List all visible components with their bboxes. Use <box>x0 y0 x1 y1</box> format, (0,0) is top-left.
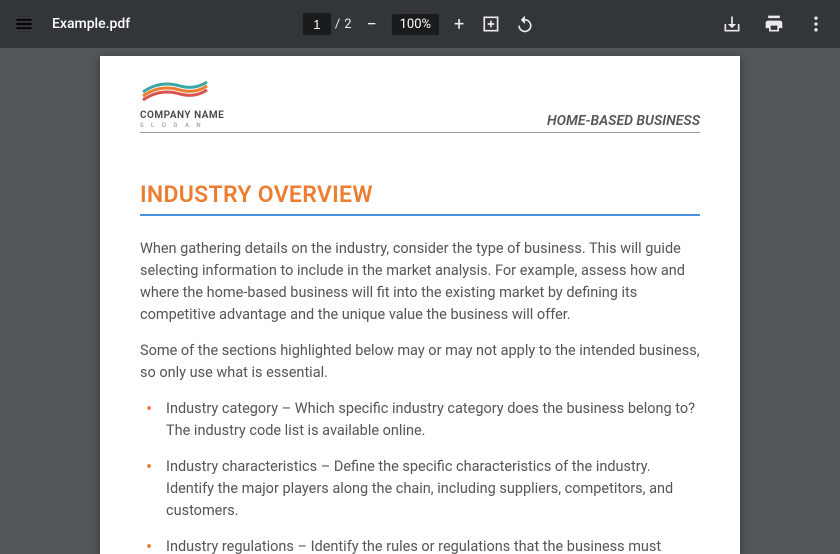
fit-page-icon[interactable] <box>479 12 503 36</box>
paragraph: Some of the sections highlighted below m… <box>140 340 700 384</box>
page-separator: / <box>335 17 340 32</box>
menu-icon[interactable] <box>12 12 36 36</box>
rotate-icon[interactable] <box>513 12 537 36</box>
zoom-in-button[interactable]: + <box>449 14 469 35</box>
page-total: 2 <box>344 17 351 32</box>
print-icon[interactable] <box>762 12 786 36</box>
page-current-input[interactable] <box>303 13 331 35</box>
zoom-level[interactable]: 100% <box>392 14 439 35</box>
page-indicator: / 2 <box>303 13 352 35</box>
more-icon[interactable] <box>804 12 828 36</box>
section-title: INDUSTRY OVERVIEW <box>140 181 700 216</box>
company-name: COMPANY NAME <box>140 110 224 121</box>
toolbar: Example.pdf / 2 − 100% + <box>0 0 840 48</box>
list-item: Industry regulations – Identify the rule… <box>146 536 700 554</box>
bullet-list: Industry category – Which specific indus… <box>140 398 700 554</box>
logo-icon <box>140 80 210 108</box>
paragraph: When gathering details on the industry, … <box>140 238 700 326</box>
download-icon[interactable] <box>720 12 744 36</box>
company-slogan: S L O G A N <box>140 122 224 129</box>
pdf-page: COMPANY NAME S L O G A N HOME-BASED BUSI… <box>100 56 740 554</box>
document-type-label: HOME-BASED BUSINESS <box>547 113 700 129</box>
list-item: Industry characteristics – Define the sp… <box>146 456 700 522</box>
document-header: COMPANY NAME S L O G A N HOME-BASED BUSI… <box>140 80 700 133</box>
filename: Example.pdf <box>52 16 130 32</box>
logo-block: COMPANY NAME S L O G A N <box>140 80 224 129</box>
zoom-out-button[interactable]: − <box>362 14 382 35</box>
pdf-viewer[interactable]: COMPANY NAME S L O G A N HOME-BASED BUSI… <box>0 48 840 554</box>
list-item: Industry category – Which specific indus… <box>146 398 700 442</box>
